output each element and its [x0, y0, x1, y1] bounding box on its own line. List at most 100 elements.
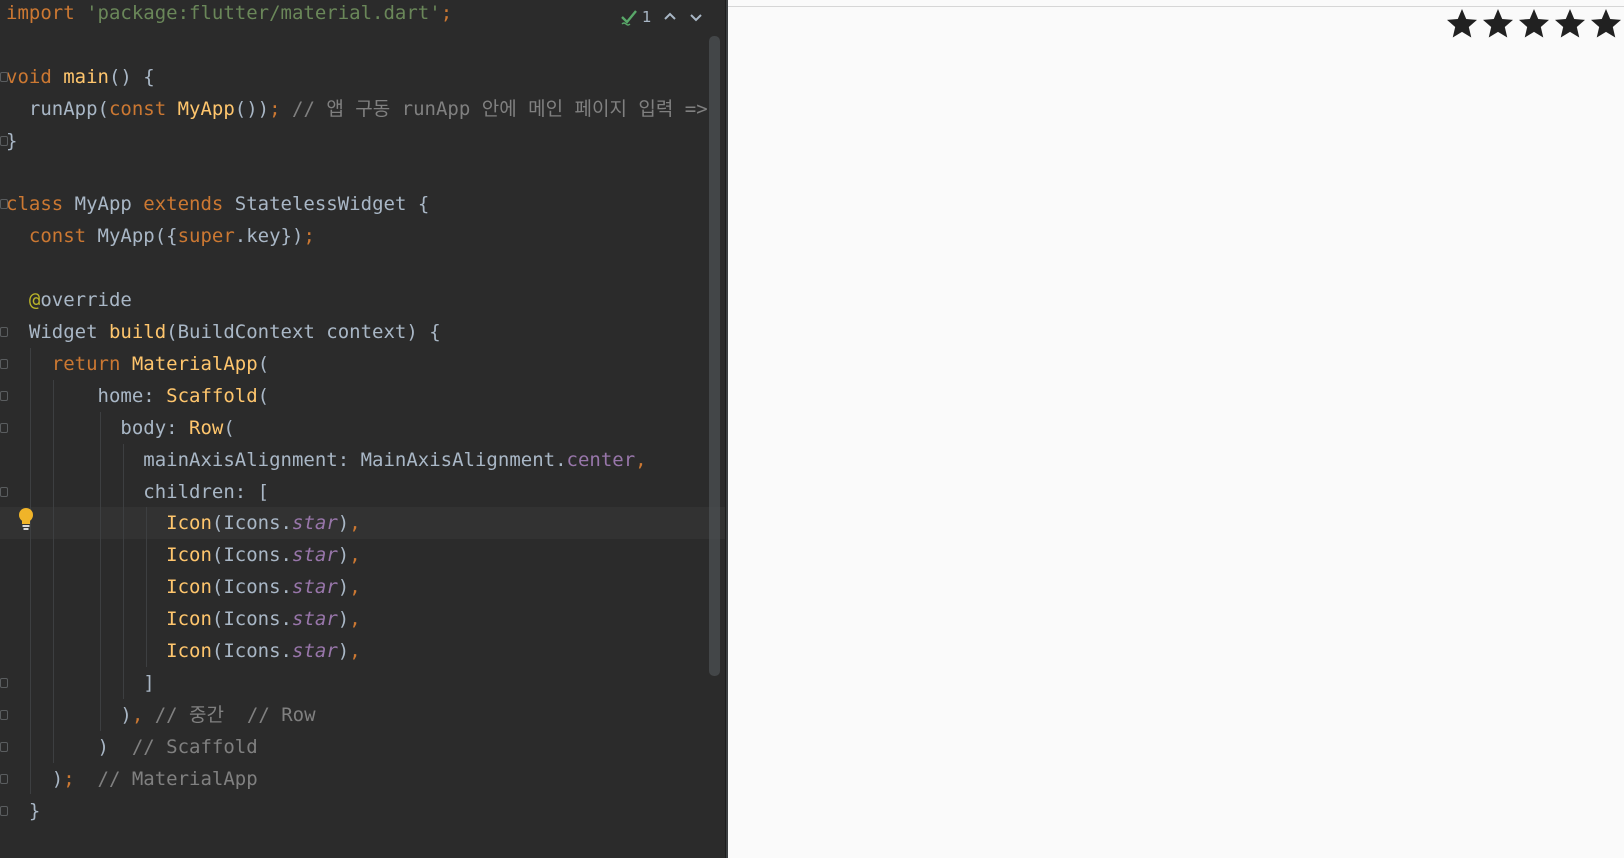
code-token: // MaterialApp: [97, 767, 258, 790]
code-text: Icon(Icons.star),: [6, 571, 361, 603]
code-token: Icon: [166, 512, 212, 535]
code-text: void main() {: [6, 61, 155, 93]
code-line[interactable]: }: [0, 125, 725, 157]
fold-marker-icon[interactable]: [0, 422, 8, 433]
code-line[interactable]: home: Scaffold(: [0, 380, 725, 412]
code-token: (Icons.: [211, 640, 292, 662]
code-line[interactable]: return MaterialApp(: [0, 348, 725, 380]
code-line[interactable]: }: [0, 795, 725, 827]
code-token: StatelessWidget {: [234, 193, 430, 216]
code-token: ,: [349, 544, 361, 567]
fold-marker-icon[interactable]: [0, 71, 8, 82]
code-token: // 앱 구동 runApp 안에 메인 페이지 입력 =>: [292, 97, 708, 120]
code-line[interactable]: [0, 252, 725, 284]
code-line[interactable]: Icon(Icons.star),: [0, 603, 725, 635]
fold-marker-icon[interactable]: [0, 773, 8, 784]
code-token: ): [337, 576, 350, 599]
code-text: children: [: [6, 476, 269, 508]
code-token: star: [292, 640, 338, 662]
code-text: mainAxisAlignment: MainAxisAlignment.cen…: [6, 444, 646, 476]
editor-scrollbar[interactable]: [709, 36, 720, 676]
code-line[interactable]: [0, 29, 725, 61]
code-line[interactable]: ), // 중간 // Row: [0, 699, 725, 731]
code-line[interactable]: Icon(Icons.star),: [0, 635, 725, 667]
code-line[interactable]: Widget build(BuildContext context) {: [0, 316, 725, 348]
star-icon: [1555, 9, 1585, 38]
inspection-ok[interactable]: 1: [620, 8, 652, 26]
chevron-up-icon[interactable]: [662, 9, 678, 25]
code-line[interactable]: [0, 157, 725, 189]
code-token: MaterialApp: [131, 352, 258, 375]
code-token: ): [6, 767, 64, 790]
code-token: (: [257, 384, 270, 407]
indent-guide: [100, 411, 101, 731]
code-line[interactable]: ]: [0, 667, 725, 699]
code-token: Icon: [166, 640, 212, 662]
code-text: Widget build(BuildContext context) {: [6, 316, 441, 348]
code-line[interactable]: import 'package:flutter/material.dart';: [0, 0, 725, 29]
code-token: ): [6, 703, 132, 726]
code-text: ) // Scaffold: [6, 731, 258, 763]
code-text: const MyApp({super.key});: [6, 220, 315, 252]
code-token: ): [337, 544, 350, 567]
code-token: MyApp: [177, 97, 235, 120]
code-line[interactable]: Icon(Icons.star),: [0, 507, 725, 540]
code-line[interactable]: Icon(Icons.star),: [0, 571, 725, 603]
star-row: [1444, 6, 1624, 42]
code-token: build: [108, 321, 167, 343]
inspection-widget[interactable]: 1: [620, 4, 704, 30]
code-text: Icon(Icons.star),: [6, 507, 361, 539]
code-token: // Scaffold: [131, 735, 258, 758]
code-text: @override: [6, 284, 132, 316]
fold-marker-icon[interactable]: [0, 805, 8, 816]
code-token: ()): [234, 97, 270, 120]
code-line[interactable]: runApp(const MyApp()); // 앱 구동 runApp 안에…: [0, 93, 725, 125]
lightbulb-icon[interactable]: [16, 507, 36, 531]
code-token: ): [337, 512, 350, 535]
code-line[interactable]: const MyApp({super.key});: [0, 220, 725, 252]
code-token: ]: [6, 671, 155, 694]
code-token: }: [6, 799, 41, 822]
fold-marker-icon[interactable]: [0, 741, 8, 752]
code-line[interactable]: children: [: [0, 476, 725, 508]
fold-marker-icon[interactable]: [0, 358, 8, 369]
code-line[interactable]: body: Row(: [0, 412, 725, 444]
code-token: import: [6, 2, 87, 24]
code-token: .key}): [234, 225, 304, 248]
code-line[interactable]: mainAxisAlignment: MainAxisAlignment.cen…: [0, 444, 725, 476]
code-token: MyApp({: [97, 225, 178, 248]
code-line[interactable]: ) // Scaffold: [0, 731, 725, 763]
code-line[interactable]: @override: [0, 284, 725, 316]
code-line[interactable]: Icon(Icons.star),: [0, 539, 725, 571]
code-line[interactable]: class MyApp extends StatelessWidget {: [0, 188, 725, 220]
code-token: ): [337, 640, 350, 662]
code-token: MyApp: [74, 193, 144, 216]
code-token: 'package:flutter/material.dart': [86, 2, 441, 24]
star-icon: [1447, 9, 1477, 38]
fold-marker-icon[interactable]: [0, 709, 8, 720]
code-line[interactable]: void main() {: [0, 61, 725, 93]
code-token: Widget: [6, 321, 109, 343]
chevron-down-icon[interactable]: [688, 9, 704, 25]
code-editor[interactable]: import 'package:flutter/material.dart'; v…: [0, 0, 726, 858]
fold-marker-icon[interactable]: [0, 677, 8, 688]
code-token: ): [6, 735, 132, 758]
code-token: ): [337, 608, 350, 631]
inspection-count: 1: [642, 8, 652, 26]
code-text: Icon(Icons.star),: [6, 539, 361, 571]
code-token: star: [292, 608, 338, 631]
fold-marker-icon[interactable]: [0, 327, 8, 337]
fold-marker-icon[interactable]: [0, 199, 8, 210]
code-token: star: [292, 576, 338, 599]
code-line[interactable]: ); // MaterialApp: [0, 763, 725, 795]
indent-guide: [123, 443, 124, 699]
code-token: ;: [303, 225, 315, 248]
check-icon: [621, 10, 637, 26]
fold-marker-icon[interactable]: [0, 486, 8, 497]
fold-marker-icon[interactable]: [0, 390, 8, 401]
fold-marker-icon[interactable]: [0, 135, 8, 146]
code-text: body: Row(: [6, 412, 234, 444]
code-token: ,: [349, 640, 361, 662]
code-token: mainAxisAlignment: MainAxisAlignment.: [6, 448, 567, 471]
